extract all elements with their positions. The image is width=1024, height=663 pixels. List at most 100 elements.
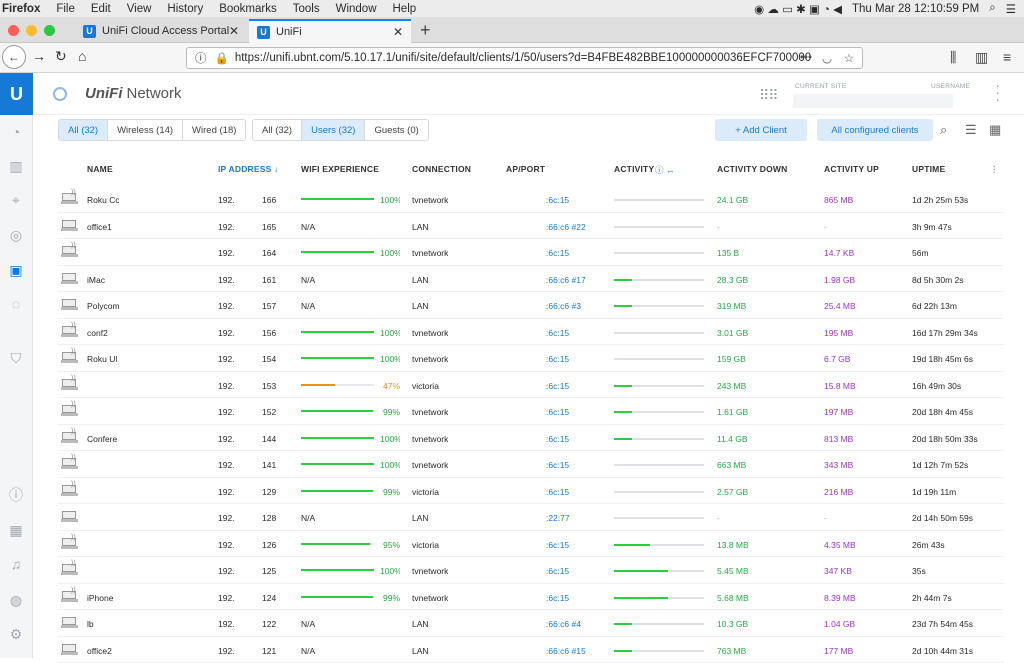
ap-port-link[interactable]: :6c:15	[546, 248, 569, 258]
clients-icon[interactable]: ▣	[7, 261, 25, 279]
activity-info-icon[interactable]: ⓘ ↔	[655, 164, 675, 176]
ap-port-link[interactable]: :6c:15	[546, 381, 569, 391]
table-row[interactable]: ))192.12999%victoria:6c:152.57 GB216 MB1…	[58, 478, 1004, 505]
client-name[interactable]: office1	[87, 222, 119, 232]
add-client-button[interactable]: + Add Client	[715, 119, 807, 141]
tab-unifi[interactable]: U UniFi ✕	[249, 19, 411, 43]
status-icons[interactable]: ◉ ☁ ▭ ✱ ▣ ◔ ◀	[754, 2, 842, 16]
events-calendar-icon[interactable]: ▦	[7, 521, 25, 539]
hamburger-menu-icon[interactable]: ≡	[1003, 49, 1011, 65]
col-uptime[interactable]: UPTIME	[912, 164, 945, 174]
close-tab-icon[interactable]: ✕	[229, 24, 239, 38]
list-view-icon[interactable]: ☰	[965, 122, 977, 138]
column-options-icon[interactable]: ⋮	[990, 164, 999, 175]
configured-clients-button[interactable]: All configured clients	[817, 119, 933, 141]
reload-icon[interactable]: ↻	[55, 48, 67, 65]
ap-port-link[interactable]: :6c:15	[546, 354, 569, 364]
unifi-logo[interactable]: U	[0, 73, 33, 115]
forward-icon[interactable]: →	[32, 48, 46, 64]
insights-icon[interactable]: ◌	[7, 295, 25, 313]
ap-port-link[interactable]: :66:c6 #15	[546, 646, 586, 656]
apps-grid-icon[interactable]: ⠿⠿	[759, 87, 778, 104]
ap-port-link[interactable]: :6c:15	[546, 434, 569, 444]
more-options-icon[interactable]: ···	[995, 82, 1000, 103]
ap-port-link[interactable]: :6c:15	[546, 460, 569, 470]
table-row[interactable]: 192.128N/ALAN:22:77--2d 14h 50m 59s	[58, 504, 1004, 531]
client-name[interactable]: conf2	[87, 328, 119, 338]
search-icon[interactable]: ⌕	[940, 122, 947, 138]
table-row[interactable]: Polycom192.157N/ALAN:66:c6 #3319 MB25.4 …	[58, 292, 1004, 319]
ap-port-link[interactable]: :6c:15	[546, 195, 569, 205]
ap-port-link[interactable]: :66:c6 #4	[546, 619, 581, 629]
ap-port-link[interactable]: :6c:15	[546, 328, 569, 338]
ap-port-link[interactable]: :6c:15	[546, 540, 569, 550]
ap-port-link[interactable]: :6c:15	[546, 566, 569, 576]
ap-port-link[interactable]: :6c:15	[546, 407, 569, 417]
filter-guests[interactable]: Guests (0)	[365, 120, 427, 140]
library-icon[interactable]: ⫼	[950, 49, 956, 66]
ap-port-link[interactable]: :66:c6 #3	[546, 301, 581, 311]
filter-all[interactable]: All (32)	[59, 120, 108, 140]
col-connection[interactable]: CONNECTION	[412, 164, 471, 174]
table-row[interactable]: ))conf2192.156100%tvnetwork:6c:153.01 GB…	[58, 319, 1004, 346]
table-row[interactable]: office2192.121N/ALAN:66:c6 #15763 MB177 …	[58, 637, 1004, 663]
url-text[interactable]: https://unifi.ubnt.com/5.10.17.1/unifi/s…	[235, 52, 811, 64]
shield-icon[interactable]: ⛉	[7, 349, 25, 367]
info-icon[interactable]: ⓘ	[195, 50, 207, 66]
url-bar[interactable]: ⓘ 🔒 https://unifi.ubnt.com/5.10.17.1/uni…	[186, 47, 863, 69]
client-name[interactable]: Roku Co	[87, 195, 119, 205]
grid-view-icon[interactable]: ▦	[989, 122, 1001, 138]
filter-wireless[interactable]: Wireless (14)	[108, 120, 183, 140]
table-row[interactable]: ))192.141100%tvnetwork:6c:15663 MB343 MB…	[58, 451, 1004, 478]
settings-gear-icon[interactable]: ⚙	[7, 625, 25, 643]
devices-icon[interactable]: ◎	[7, 226, 25, 244]
table-row[interactable]: ))192.12695%victoria:6c:1513.8 MB4.35 MB…	[58, 531, 1004, 558]
page-actions-icon[interactable]: •••	[800, 52, 812, 64]
notifications-bell-icon[interactable]: ♫	[7, 555, 25, 573]
client-name[interactable]: lb	[87, 619, 119, 629]
app-menu[interactable]: Firefox	[2, 3, 40, 15]
zoom-window-button[interactable]	[44, 25, 55, 36]
dashboard-icon[interactable]: ◔	[7, 123, 25, 141]
menu-help[interactable]: Help	[393, 3, 417, 15]
table-row[interactable]: lb192.122N/ALAN:66:c6 #410.3 GB1.04 GB23…	[58, 610, 1004, 637]
menu-list-icon[interactable]: ☰	[1006, 2, 1016, 16]
client-name[interactable]: iMac	[87, 275, 119, 285]
table-row[interactable]: ))192.15347%victoria:6c:15243 MB15.8 MB1…	[58, 372, 1004, 399]
col-activity[interactable]: ACTIVITY	[614, 164, 654, 174]
col-name[interactable]: NAME	[87, 164, 113, 174]
col-ap-port[interactable]: AP/PORT	[506, 164, 545, 174]
current-site-select[interactable]	[793, 94, 953, 108]
client-name[interactable]: iPhone	[87, 593, 119, 603]
ap-port-link[interactable]: :22:77	[546, 513, 570, 523]
table-row[interactable]: ))Roku Ul192.154100%tvnetwork:6c:15159 G…	[58, 345, 1004, 372]
close-tab-icon[interactable]: ✕	[393, 25, 403, 39]
statistics-icon[interactable]: ▥	[7, 157, 25, 175]
menu-history[interactable]: History	[167, 3, 203, 15]
clock[interactable]: Thu Mar 28 12:10:59 PM	[852, 3, 979, 15]
sidebar-toggle-icon[interactable]: ▥	[975, 49, 988, 66]
client-name[interactable]: Roku Ul	[87, 354, 119, 364]
menu-file[interactable]: File	[56, 3, 75, 15]
table-row[interactable]: ))192.125100%tvnetwork:6c:155.45 MB347 K…	[58, 557, 1004, 584]
col-ip-address[interactable]: IP ADDRESS ↓	[218, 164, 279, 174]
table-row[interactable]: ))192.164100%tvnetwork:6c:15135 B14.7 KB…	[58, 239, 1004, 266]
table-row[interactable]: iMac192.161N/ALAN:66:c6 #1728.3 GB1.98 G…	[58, 266, 1004, 293]
col-wifi-experience[interactable]: WIFI EXPERIENCE	[301, 164, 379, 174]
client-name[interactable]: Polycom	[87, 301, 119, 311]
menu-window[interactable]: Window	[336, 3, 377, 15]
ap-port-link[interactable]: :66:c6 #17	[546, 275, 586, 285]
client-name[interactable]: office2	[87, 646, 119, 656]
menu-bookmarks[interactable]: Bookmarks	[219, 3, 277, 15]
pocket-icon[interactable]: ◡	[822, 51, 832, 65]
ap-port-link[interactable]: :66:c6 #22	[546, 222, 586, 232]
table-row[interactable]: ))Roku Co192.166100%tvnetwork:6c:1524.1 …	[58, 186, 1004, 213]
table-row[interactable]: office1192.165N/ALAN:66:c6 #22--3h 9m 47…	[58, 213, 1004, 240]
table-row[interactable]: ))iPhone192.12499%tvnetwork:6c:155.68 MB…	[58, 584, 1004, 611]
menu-edit[interactable]: Edit	[91, 3, 111, 15]
client-name[interactable]: Confere	[87, 434, 119, 444]
filter-users[interactable]: Users (32)	[302, 120, 365, 140]
spotlight-icon[interactable]: ⌕	[989, 2, 995, 15]
info-icon[interactable]: ⓘ	[7, 486, 25, 504]
home-icon[interactable]: ⌂	[78, 48, 86, 64]
